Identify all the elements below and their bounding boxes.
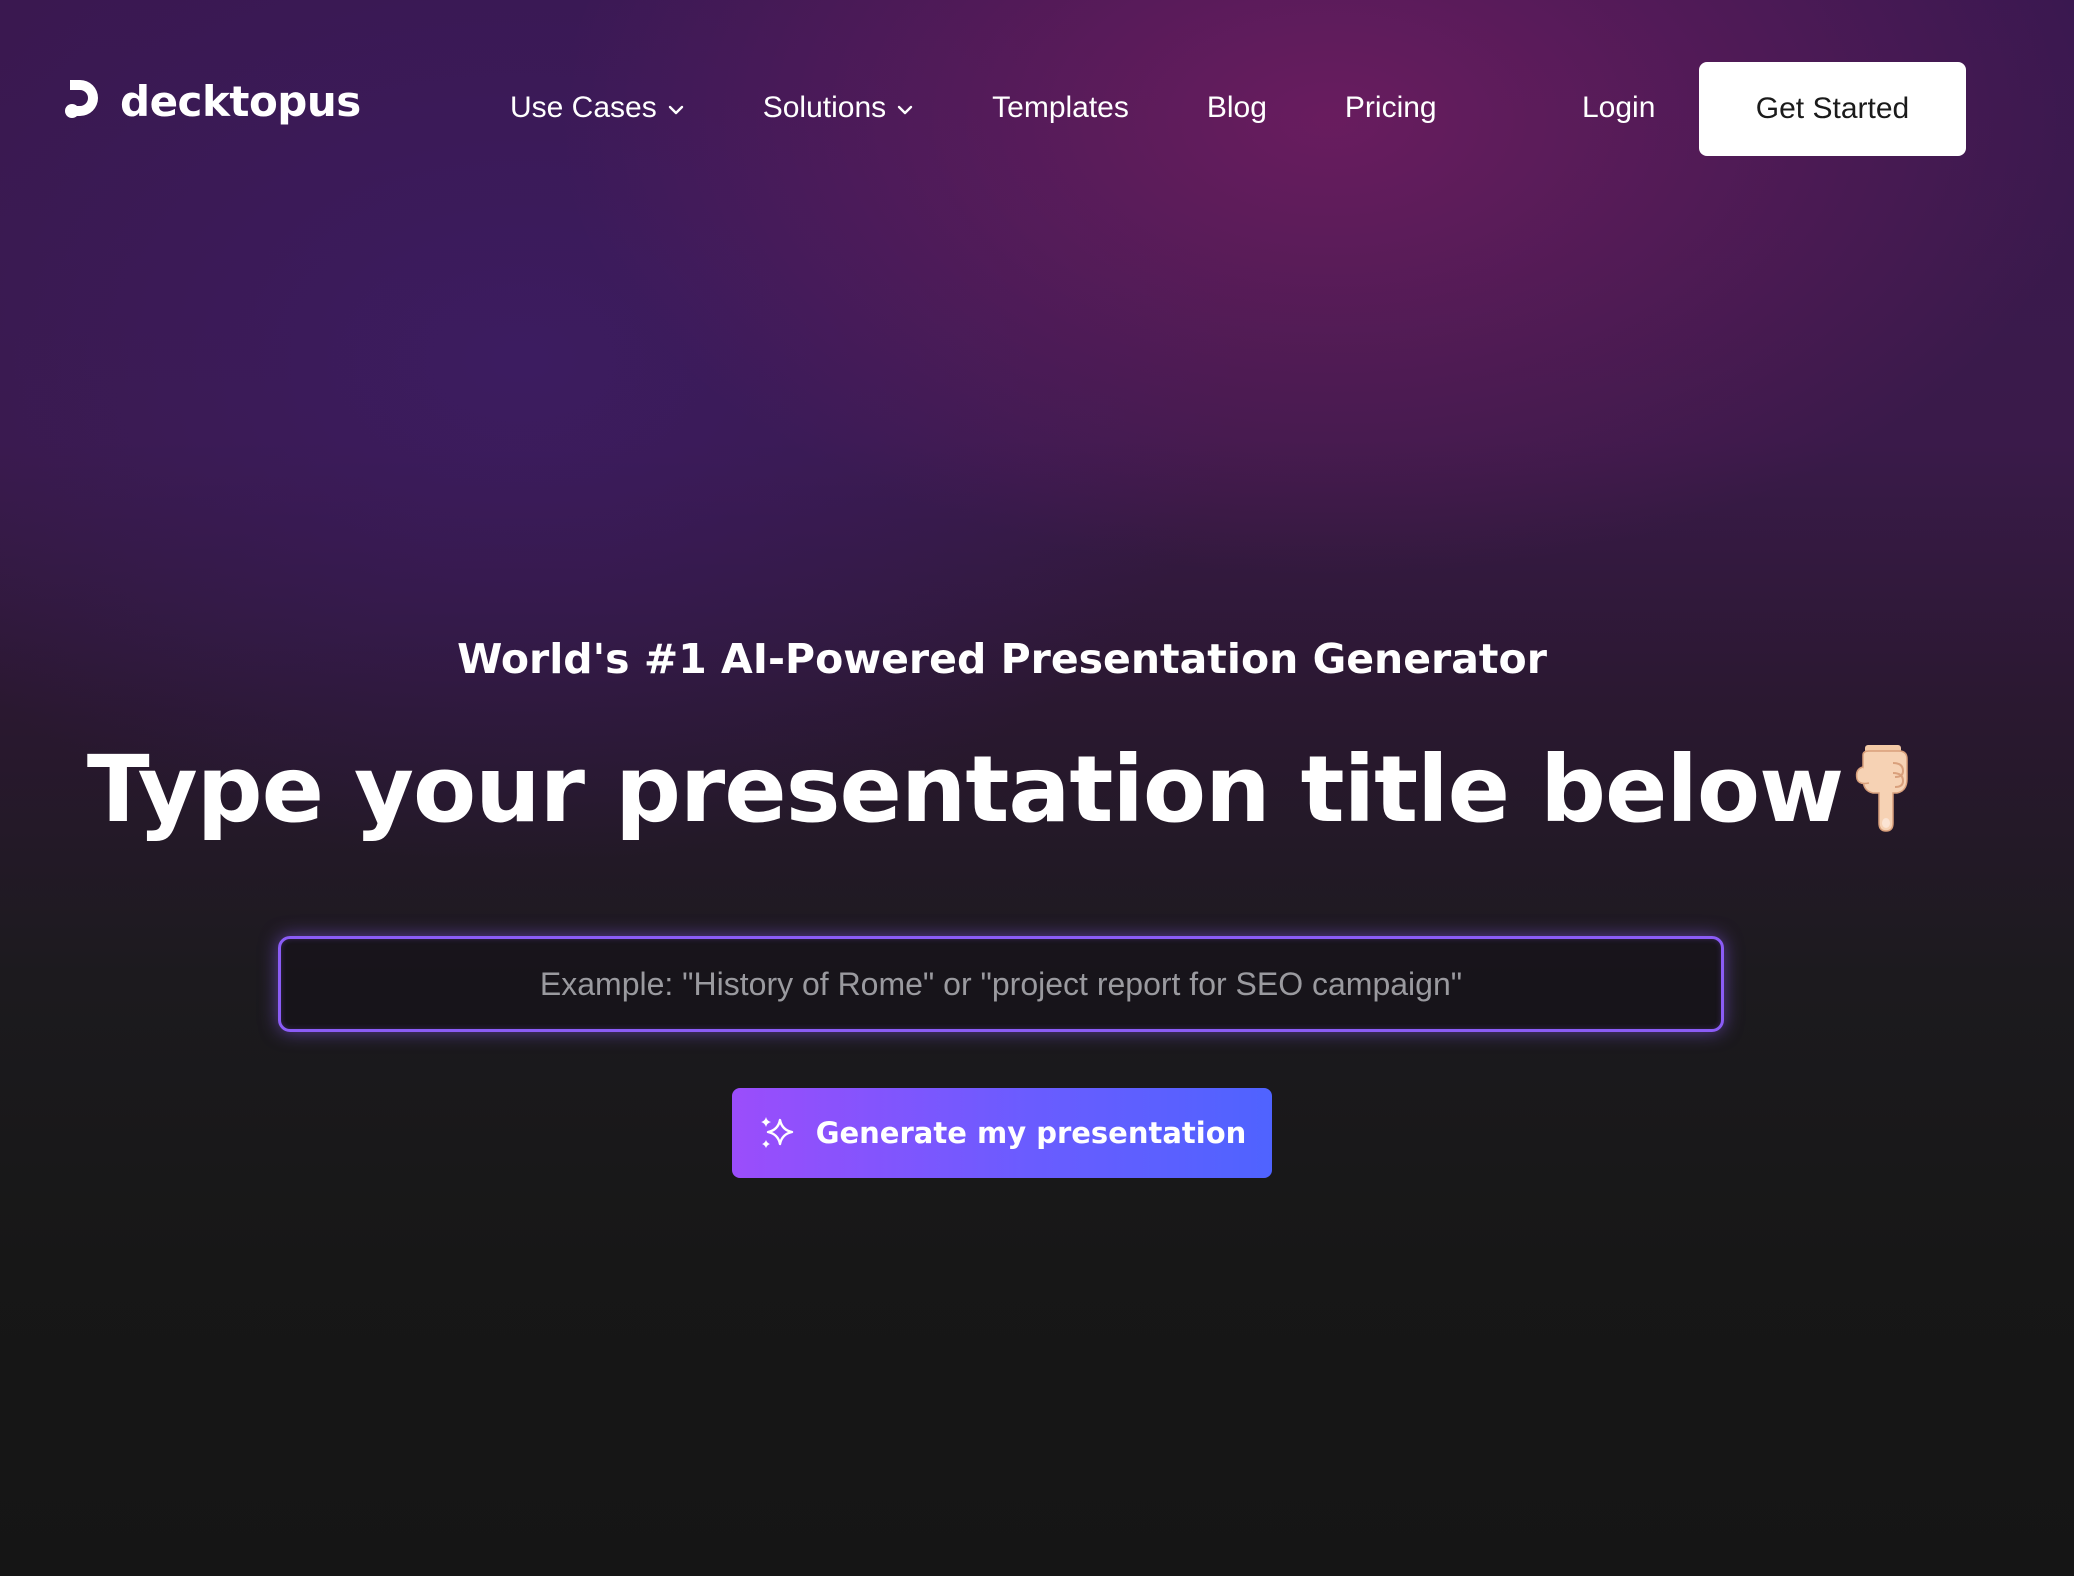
hero-headline-text: Type your presentation title below — [86, 736, 1844, 843]
nav-item-blog[interactable]: Blog — [1207, 88, 1267, 128]
get-started-button[interactable]: Get Started — [1699, 62, 1966, 156]
nav-item-use-cases[interactable]: Use Cases — [510, 88, 685, 128]
nav-item-label: Blog — [1206, 91, 1267, 124]
nav-item-label: Templates — [992, 91, 1129, 124]
hero-subtitle: World's #1 AI-Powered Presentation Gener… — [457, 635, 1547, 683]
nav-item-pricing[interactable]: Pricing — [1345, 88, 1437, 128]
pointing-down-hand-icon — [1855, 745, 1908, 832]
brand-name: decktopus — [120, 77, 361, 126]
decktopus-logo-icon — [65, 80, 98, 118]
generate-presentation-button[interactable]: Generate my presentation — [732, 1088, 1272, 1178]
nav-item-label: Use Cases — [510, 91, 657, 124]
nav-item-templates[interactable]: Templates — [992, 88, 1129, 128]
generate-button-label: Generate my presentation — [815, 1116, 1247, 1150]
hero-headline: Type your presentation title below — [0, 730, 2004, 850]
login-link[interactable]: Login — [1582, 88, 1655, 128]
nav-item-label: Solutions — [762, 91, 887, 124]
chevron-down-icon — [668, 105, 683, 115]
sparkles-icon — [760, 1117, 793, 1148]
chevron-down-icon — [897, 105, 913, 115]
decktopus-logo[interactable]: decktopus — [64, 78, 361, 126]
top-navigation: decktopus Use Cases Solutions Templates … — [0, 0, 2074, 220]
nav-item-solutions[interactable]: Solutions — [763, 88, 914, 128]
main-menu: Use Cases Solutions Templates Blog Prici… — [510, 88, 1515, 128]
presentation-title-input[interactable] — [278, 936, 1724, 1032]
nav-item-label: Pricing — [1344, 91, 1437, 124]
